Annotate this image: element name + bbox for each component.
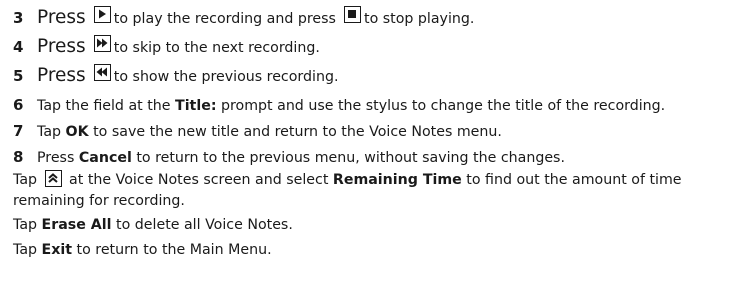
step-number: 3: [13, 9, 24, 27]
step-keyword: OK: [65, 124, 89, 140]
remaining-time-note: Tap at the Voice Notes screen and select…: [13, 170, 743, 212]
note-text-line2: remaining for recording.: [13, 193, 185, 209]
instruction-page: 3 Press to play the recording and press …: [0, 0, 752, 290]
step-text-tail: to return to the previous menu, without …: [136, 150, 565, 166]
note-text: Tap: [13, 172, 38, 188]
stop-icon: [344, 6, 361, 23]
note-text: Tap: [13, 217, 38, 233]
step-5: 5 Press to show the previous recording.: [13, 64, 338, 86]
step-lead: Press: [37, 36, 86, 57]
step-number: 4: [13, 38, 24, 56]
exit-note: Tap Exit to return to the Main Menu.: [13, 240, 743, 261]
step-lead: Press: [37, 65, 86, 86]
step-number: 8: [13, 148, 24, 166]
note-text-tail: to find out the amount of time: [466, 172, 682, 188]
step-7: 7 Tap OK to save the new title and retur…: [13, 122, 502, 140]
play-icon: [93, 6, 111, 23]
skip-previous-icon: [93, 64, 111, 81]
step-text-tail: to stop playing.: [364, 11, 475, 27]
skip-next-icon: [93, 35, 111, 52]
step-3: 3 Press to play the recording and press …: [13, 6, 474, 28]
step-text: to show the previous recording.: [113, 69, 339, 85]
step-text: Tap: [37, 124, 62, 140]
step-4: 4 Press to skip to the next recording.: [13, 35, 320, 57]
erase-all-note: Tap Erase All to delete all Voice Notes.: [13, 215, 743, 236]
note-keyword: Exit: [41, 242, 73, 258]
step-keyword: Title:: [175, 98, 217, 114]
note-text-tail: to delete all Voice Notes.: [116, 217, 293, 233]
chevron-up-icon: [44, 170, 62, 187]
step-number: 7: [13, 122, 24, 140]
step-text: to skip to the next recording.: [113, 40, 320, 56]
step-number: 5: [13, 67, 24, 85]
step-keyword: Cancel: [78, 150, 132, 166]
step-6: 6 Tap the field at the Title: prompt and…: [13, 96, 665, 114]
note-text: Tap: [13, 242, 38, 258]
step-text: Tap the field at the: [37, 98, 171, 114]
step-lead: Press: [37, 7, 86, 28]
note-text-tail: to return to the Main Menu.: [76, 242, 272, 258]
step-text-tail: to save the new title and return to the …: [93, 124, 502, 140]
note-keyword: Erase All: [41, 217, 112, 233]
note-keyword: Remaining Time: [332, 172, 462, 188]
step-text-tail: prompt and use the stylus to change the …: [221, 98, 666, 114]
step-8: 8 Press Cancel to return to the previous…: [13, 148, 565, 166]
note-text: at the Voice Notes screen and select: [69, 172, 329, 188]
step-text: to play the recording and press: [113, 11, 336, 27]
step-number: 6: [13, 96, 24, 114]
step-text: Press: [37, 150, 75, 166]
